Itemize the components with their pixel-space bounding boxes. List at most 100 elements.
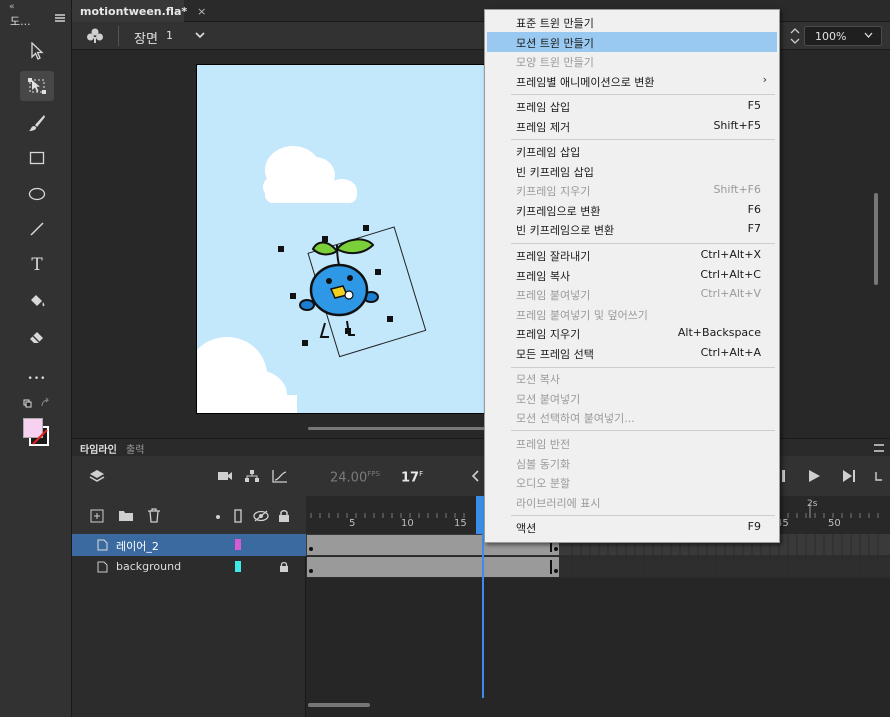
layer-name: background (116, 560, 182, 573)
tab-timeline[interactable]: 타임라인 (80, 441, 117, 456)
stop-icon[interactable] (782, 470, 788, 482)
eraser-tool-button[interactable] (20, 322, 54, 352)
menu-item-label: 라이브러리에 표시 (516, 497, 601, 510)
layer-row[interactable]: 레이어_2 (72, 534, 306, 556)
tab-output[interactable]: 출력 (126, 441, 144, 456)
tools-panel-title: 도... (10, 15, 31, 28)
menu-item[interactable]: 프레임 잘라내기 Ctrl+Alt+X (487, 245, 777, 265)
oval-tool-button[interactable] (20, 179, 54, 209)
menu-item[interactable]: 키프레임 삽입 (487, 141, 777, 161)
parenting-icon[interactable] (244, 469, 260, 483)
menu-item[interactable]: 빈 키프레임으로 변환 F7 (487, 219, 777, 239)
menu-item[interactable]: 프레임별 애니메이션으로 변환 › (487, 71, 777, 91)
menu-item-shortcut: F7 (747, 222, 761, 235)
trash-icon[interactable] (147, 508, 161, 523)
layer-row[interactable]: background (72, 556, 306, 578)
rectangle-tool-button[interactable] (20, 143, 54, 173)
document-tab[interactable]: motiontween.fla* × (72, 0, 206, 22)
rectangle-icon (29, 151, 45, 165)
menu-item[interactable]: 오디오 분할 (487, 472, 777, 492)
frame-grid[interactable] (306, 534, 890, 717)
menu-item[interactable]: 프레임 지우기 Alt+Backspace (487, 323, 777, 343)
selection-tool-button[interactable] (20, 36, 54, 66)
more-tools-button[interactable]: ••• (20, 364, 54, 394)
stage-horizontal-scrollbar[interactable] (308, 427, 488, 430)
menu-separator (511, 430, 775, 431)
graph-icon[interactable] (272, 469, 288, 483)
chevron-down-icon[interactable] (194, 31, 206, 39)
panel-menu-icon[interactable] (874, 444, 884, 452)
menu-item[interactable]: 모션 트윈 만들기 (487, 32, 777, 52)
folder-icon[interactable] (118, 509, 134, 522)
menu-item-label: 모든 프레임 선택 (516, 348, 594, 361)
brush-tool-button[interactable] (20, 108, 54, 138)
highlight-dot-icon[interactable] (215, 514, 221, 520)
menu-item[interactable]: 라이브러리에 표시 (487, 492, 777, 512)
free-transform-tool-button[interactable] (20, 71, 54, 101)
fps-display[interactable]: 24.00FPS (330, 470, 380, 485)
menu-separator (511, 243, 775, 244)
menu-item[interactable]: 빈 키프레임 삽입 (487, 161, 777, 181)
time-label: 2s (807, 499, 818, 509)
lock-icon[interactable] (278, 509, 290, 523)
text-tool-button[interactable]: T (20, 250, 54, 280)
chevron-left-icon[interactable] (472, 470, 480, 482)
menu-separator (511, 94, 775, 95)
scene-label: 장면 (134, 32, 158, 47)
paint-bucket-tool-button[interactable] (20, 286, 54, 316)
step-forward-icon[interactable] (842, 470, 856, 482)
scene-clapper-icon[interactable] (86, 27, 104, 45)
new-layer-icon[interactable] (90, 509, 104, 523)
menu-item[interactable]: 키프레임으로 변환 F6 (487, 200, 777, 220)
fps-value: 24.00 (330, 470, 368, 486)
no-color-icon (32, 429, 48, 445)
menu-item[interactable]: 표준 트윈 만들기 (487, 12, 777, 32)
layer-header (72, 496, 306, 534)
menu-item-shortcut: Ctrl+Alt+V (700, 287, 761, 300)
menu-item-label: 프레임별 애니메이션으로 변환 (516, 76, 655, 89)
menu-item[interactable]: 모션 붙여넣기 (487, 388, 777, 408)
layer-color-swatch[interactable] (235, 539, 241, 550)
zoom-select[interactable]: 100% (804, 26, 882, 46)
cloud-bottom (197, 337, 297, 413)
line-tool-button[interactable] (20, 214, 54, 244)
timeline-horizontal-scrollbar[interactable] (308, 703, 370, 707)
panel-menu-icon[interactable] (55, 14, 65, 22)
bucket-icon (31, 295, 45, 307)
menu-item[interactable]: 프레임 복사 Ctrl+Alt+C (487, 265, 777, 285)
lock-icon[interactable] (279, 561, 289, 573)
menu-item[interactable]: 프레임 삽입 F5 (487, 96, 777, 116)
menu-item[interactable]: 액션 F9 (487, 517, 777, 537)
menu-item-label: 모양 트윈 만들기 (516, 56, 594, 69)
stage-vertical-scrollbar[interactable] (874, 193, 878, 285)
menu-item-label: 심볼 동기화 (516, 458, 571, 471)
bird-character (299, 238, 379, 338)
fps-unit: FPS (367, 470, 380, 478)
go-to-end-icon[interactable] (875, 470, 885, 482)
play-icon[interactable] (808, 470, 820, 482)
menu-item[interactable]: 프레임 붙여넣기 및 덮어쓰기 (487, 304, 777, 324)
menu-item-label: 프레임 지우기 (516, 328, 581, 341)
layer-color-swatch[interactable] (235, 561, 241, 572)
zoom-stepper-icon[interactable] (788, 25, 802, 47)
current-frame-display[interactable]: 17F (401, 470, 423, 485)
menu-item[interactable]: 프레임 제거 Shift+F5 (487, 116, 777, 136)
menu-item[interactable]: 키프레임 지우기 Shift+F6 (487, 180, 777, 200)
zoom-value: 100% (815, 30, 847, 43)
collapse-panel-icon[interactable]: « (9, 2, 15, 12)
outline-icon[interactable] (233, 509, 243, 523)
menu-separator (511, 515, 775, 516)
menu-item[interactable]: 모양 트윈 만들기 (487, 51, 777, 71)
eye-hidden-icon[interactable] (253, 510, 269, 522)
close-tab-icon[interactable]: × (197, 5, 206, 18)
menu-item[interactable]: 프레임 붙여넣기 Ctrl+Alt+V (487, 284, 777, 304)
menu-item[interactable]: 모션 선택하여 붙여넣기... (487, 407, 777, 427)
camera-icon[interactable] (217, 470, 233, 482)
menu-item[interactable]: 프레임 반전 (487, 433, 777, 453)
menu-item[interactable]: 모션 복사 (487, 368, 777, 388)
transform-icon (28, 78, 46, 94)
menu-item[interactable]: 심볼 동기화 (487, 453, 777, 473)
menu-item[interactable]: 모든 프레임 선택 Ctrl+Alt+A (487, 343, 777, 363)
layers-icon[interactable] (89, 468, 105, 484)
swap-colors-icon[interactable] (20, 396, 54, 410)
